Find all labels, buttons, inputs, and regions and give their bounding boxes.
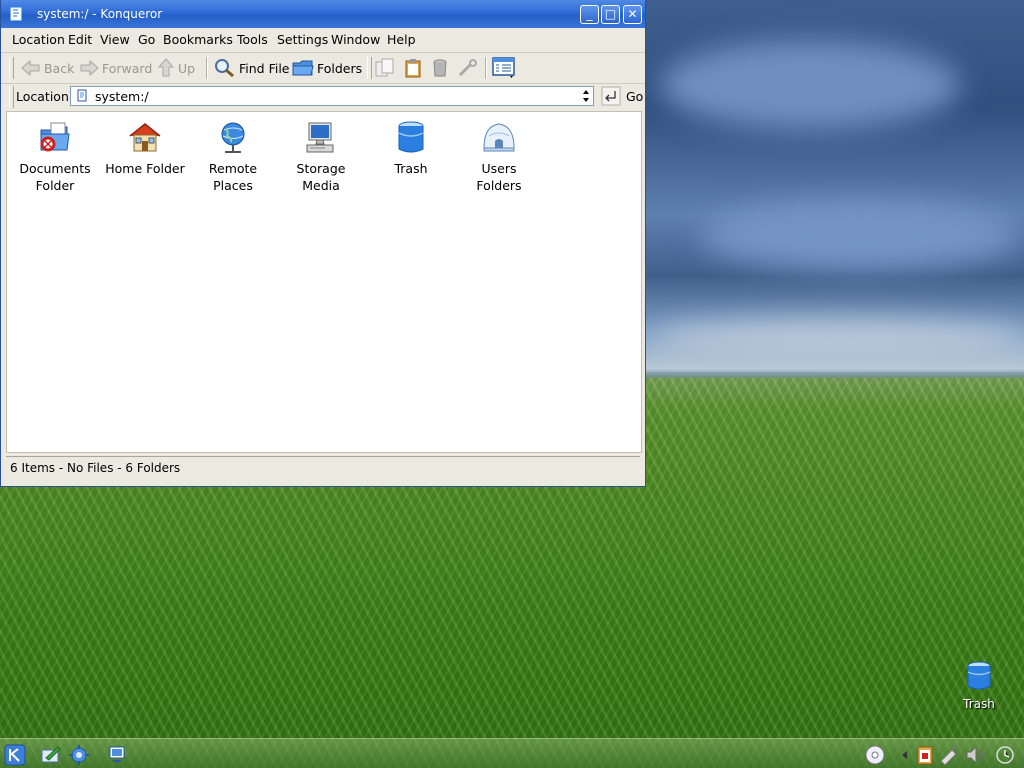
item-label: Folder [35,178,75,193]
item-remote-places[interactable]: Remote Places [191,120,275,194]
paste-button[interactable] [403,57,426,79]
sky-cloud [660,40,960,130]
main-toolbar: Back Forward Up Find File Folders [1,53,645,84]
taskbar-konqueror-icon[interactable] [106,744,128,766]
folders-label: Folders [317,60,363,76]
folder-icon [292,60,314,76]
back-arrow-icon [21,59,40,77]
forward-arrow-icon [80,59,99,77]
toolbar-grip[interactable] [9,86,14,108]
file-view[interactable]: Documents Folder Home Folder Remote Plac… [6,111,642,453]
item-label: Home Folder [105,161,185,176]
go-button[interactable]: Go [601,86,643,106]
location-input[interactable]: system:/ [70,86,594,106]
up-arrow-icon [157,58,175,77]
folders-button[interactable]: Folders [292,57,362,79]
item-label: Places [213,178,253,193]
up-label: Up [178,60,196,76]
properties-button[interactable] [457,57,482,79]
forward-label: Forward [102,60,153,76]
item-documents-folder[interactable]: Documents Folder [13,120,97,194]
status-bar: 6 Items - No Files - 6 Folders [6,456,640,479]
back-button[interactable]: Back [21,57,74,79]
up-button[interactable]: Up [157,57,195,79]
documents-folder-icon [40,122,70,152]
close-button[interactable]: ✕ [623,5,642,24]
location-value: system:/ [95,89,149,104]
remote-places-icon [221,122,245,153]
location-label: Location: [16,89,74,104]
menu-window[interactable]: Window [331,32,380,47]
trash-icon [967,661,991,690]
status-text: 6 Items - No Files - 6 Folders [10,461,181,475]
go-label: Go [626,88,644,104]
item-label: Folders [476,178,522,193]
desktop-trash-label: Trash [963,697,995,711]
clock-icon[interactable] [994,744,1016,766]
toolbar-grip[interactable] [367,57,372,79]
tray-arrow-icon[interactable] [894,744,916,766]
item-label: Storage [296,161,346,176]
sky-cloud [650,320,1024,360]
item-home-folder[interactable]: Home Folder [103,120,187,177]
back-label: Back [44,60,75,76]
menu-location[interactable]: Location [12,32,65,47]
menu-bookmarks[interactable]: Bookmarks [163,32,233,47]
users-folders-icon [483,123,515,152]
menu-view[interactable]: View [100,32,130,47]
storage-media-icon [306,122,334,153]
find-file-label: Find File [239,60,290,76]
toolbar-separator [206,57,208,79]
item-label: Media [302,178,340,193]
view-mode-icon [492,57,515,78]
location-toolbar: Location: system:/ Go [1,84,645,110]
show-desktop-icon[interactable] [40,744,62,766]
menu-help[interactable]: Help [387,32,416,47]
trash-can-icon [433,59,447,77]
item-label: Remote [208,161,258,176]
item-trash[interactable]: Trash [369,120,453,177]
menu-settings[interactable]: Settings [277,32,328,47]
system-settings-icon[interactable] [68,744,90,766]
maximize-button[interactable]: □ [601,5,620,24]
desktop-trash[interactable]: Trash [954,660,1004,711]
konqueror-icon [10,7,22,21]
system-icon [77,89,87,102]
wrench-icon [458,59,477,77]
trash-icon [398,121,424,153]
item-storage-media[interactable]: Storage Media [279,120,363,194]
window-title: system:/ - Konqueror [37,7,163,21]
network-icon[interactable] [938,744,960,766]
titlebar[interactable]: system:/ - Konqueror _ □ ✕ [1,0,645,28]
menu-go[interactable]: Go [138,32,155,47]
sky-cloud [700,200,1020,270]
magnifier-icon [215,59,234,78]
item-label: Trash [394,161,428,176]
enter-arrow-icon [601,86,621,106]
toolbar-separator [485,57,487,79]
taskbar [0,738,1024,768]
menubar: Location Edit View Go Bookmarks Tools Se… [1,28,645,53]
menu-edit[interactable]: Edit [68,32,92,47]
menu-tools[interactable]: Tools [237,32,268,47]
copy-icon [375,58,394,77]
forward-button[interactable]: Forward [79,57,152,79]
volume-icon[interactable] [964,744,986,766]
clipboard-icon [405,59,421,78]
item-label: Users [481,161,517,176]
delete-button[interactable] [431,57,452,79]
view-mode-button[interactable] [492,57,519,79]
find-file-button[interactable]: Find File [214,57,290,79]
cd-icon[interactable] [864,744,886,766]
copy-button[interactable] [374,57,399,79]
konqueror-window: system:/ - Konqueror _ □ ✕ Location Edit… [0,0,646,487]
minimize-button[interactable]: _ [580,5,599,24]
toolbar-grip[interactable] [9,57,14,79]
item-users-folders[interactable]: Users Folders [457,120,541,194]
home-folder-icon [129,123,161,152]
item-label: Documents [19,161,91,176]
combo-arrows-icon[interactable] [581,89,591,103]
klipper-icon[interactable] [914,744,936,766]
k-menu-icon[interactable] [4,744,26,766]
